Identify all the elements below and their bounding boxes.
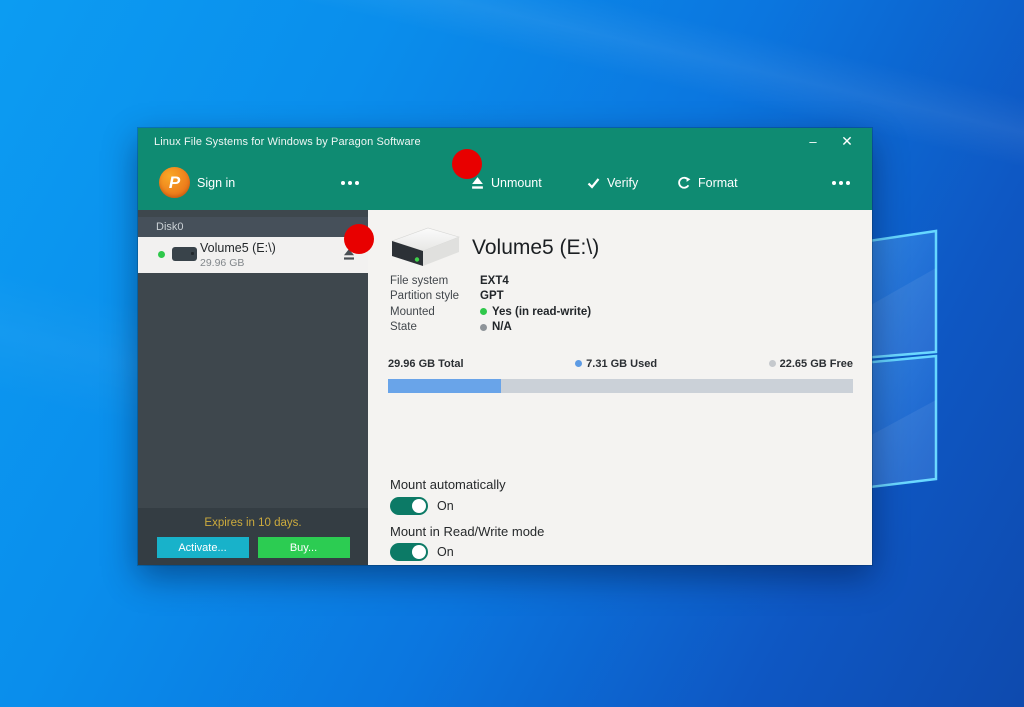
storage-bar-fill (388, 379, 502, 393)
state-gray-dot (480, 323, 487, 331)
more-menu-right-button[interactable] (832, 155, 850, 210)
red-annotation-dot-unmount (452, 149, 482, 179)
mount-automatically-row: On (390, 497, 454, 515)
volume-detail-list: File system EXT4 Partition style GPT Mou… (390, 273, 591, 335)
verify-label: Verify (607, 175, 639, 190)
free-legend-dot (768, 359, 776, 367)
mount-readwrite-row: On (390, 543, 454, 561)
license-expires-text: Expires in 10 days. (204, 517, 302, 529)
license-panel: Expires in 10 days. Activate... Buy... (138, 508, 368, 565)
mount-readwrite-label: Mount in Read/Write mode (390, 524, 545, 539)
activate-button[interactable]: Activate... (156, 537, 249, 558)
more-menu-left-button[interactable] (341, 155, 359, 210)
storage-used-label: 7.31 GB Used (464, 358, 769, 370)
volume-size: 29.96 GB (200, 257, 245, 269)
mounted-green-dot (480, 308, 487, 316)
toggle-state-text: On (437, 499, 454, 513)
mounted-status-dot (158, 251, 165, 258)
ellipsis-icon (832, 180, 850, 185)
volume-name: Volume5 (E:\) (200, 241, 276, 255)
storage-total-label: 29.96 GB Total (388, 358, 464, 370)
sign-in-button[interactable]: P Sign in (159, 155, 235, 210)
sidebar-volume-item-selected[interactable]: Volume5 (E:\) 29.96 GB (138, 237, 368, 273)
storage-free-label: 22.65 GB Free (768, 358, 853, 370)
mount-automatically-label: Mount automatically (390, 477, 506, 492)
red-annotation-dot-volume (344, 224, 374, 254)
toolbar: P Sign in Unmount Verify Format (138, 155, 872, 210)
windows-desktop: Linux File Systems for Windows by Parago… (0, 0, 1024, 707)
disk-group-header: Disk0 (138, 217, 368, 237)
toggle-state-text: On (437, 545, 454, 559)
minimize-button[interactable]: – (796, 128, 830, 155)
toggle-knob (412, 545, 426, 559)
detail-row: File system EXT4 (390, 274, 509, 287)
verify-button[interactable]: Verify (587, 155, 638, 210)
sign-in-label: Sign in (197, 175, 236, 190)
toggle-knob (412, 499, 426, 513)
disk-label: Disk0 (156, 221, 184, 233)
app-window: Linux File Systems for Windows by Parago… (138, 128, 872, 565)
ellipsis-icon (341, 180, 359, 185)
format-label: Format (698, 175, 738, 190)
check-icon (587, 177, 600, 189)
mount-automatically-toggle[interactable] (390, 497, 428, 515)
window-title: Linux File Systems for Windows by Parago… (154, 135, 421, 148)
sidebar: Disk0 Volume5 (E:\) 29.96 GB Expires in … (138, 210, 368, 565)
mount-readwrite-toggle[interactable] (390, 543, 428, 561)
drive-icon (172, 247, 197, 261)
detail-row: Mounted Yes (in read-write) (390, 305, 592, 318)
format-button[interactable]: Format (677, 155, 738, 210)
paragon-logo-icon: P (159, 167, 190, 198)
buy-button[interactable]: Buy... (257, 537, 350, 558)
used-legend-dot (575, 359, 583, 367)
external-drive-icon (391, 227, 460, 266)
format-refresh-icon (678, 176, 691, 189)
storage-bar-track (388, 379, 853, 393)
volume-details-panel: Volume5 (E:\) File system EXT4 Partition… (368, 210, 872, 565)
close-button[interactable]: ✕ (830, 128, 864, 155)
storage-usage-section: 29.96 GB Total 7.31 GB Used 22.65 GB Fre… (388, 358, 853, 393)
unmount-label: Unmount (491, 175, 542, 190)
detail-row: State N/A (390, 321, 512, 334)
app-body: Disk0 Volume5 (E:\) 29.96 GB Expires in … (138, 210, 872, 565)
sidebar-empty-area (138, 273, 368, 508)
detail-row: Partition style GPT (390, 290, 504, 303)
volume-title: Volume5 (E:\) (472, 236, 600, 259)
titlebar: Linux File Systems for Windows by Parago… (138, 128, 872, 155)
